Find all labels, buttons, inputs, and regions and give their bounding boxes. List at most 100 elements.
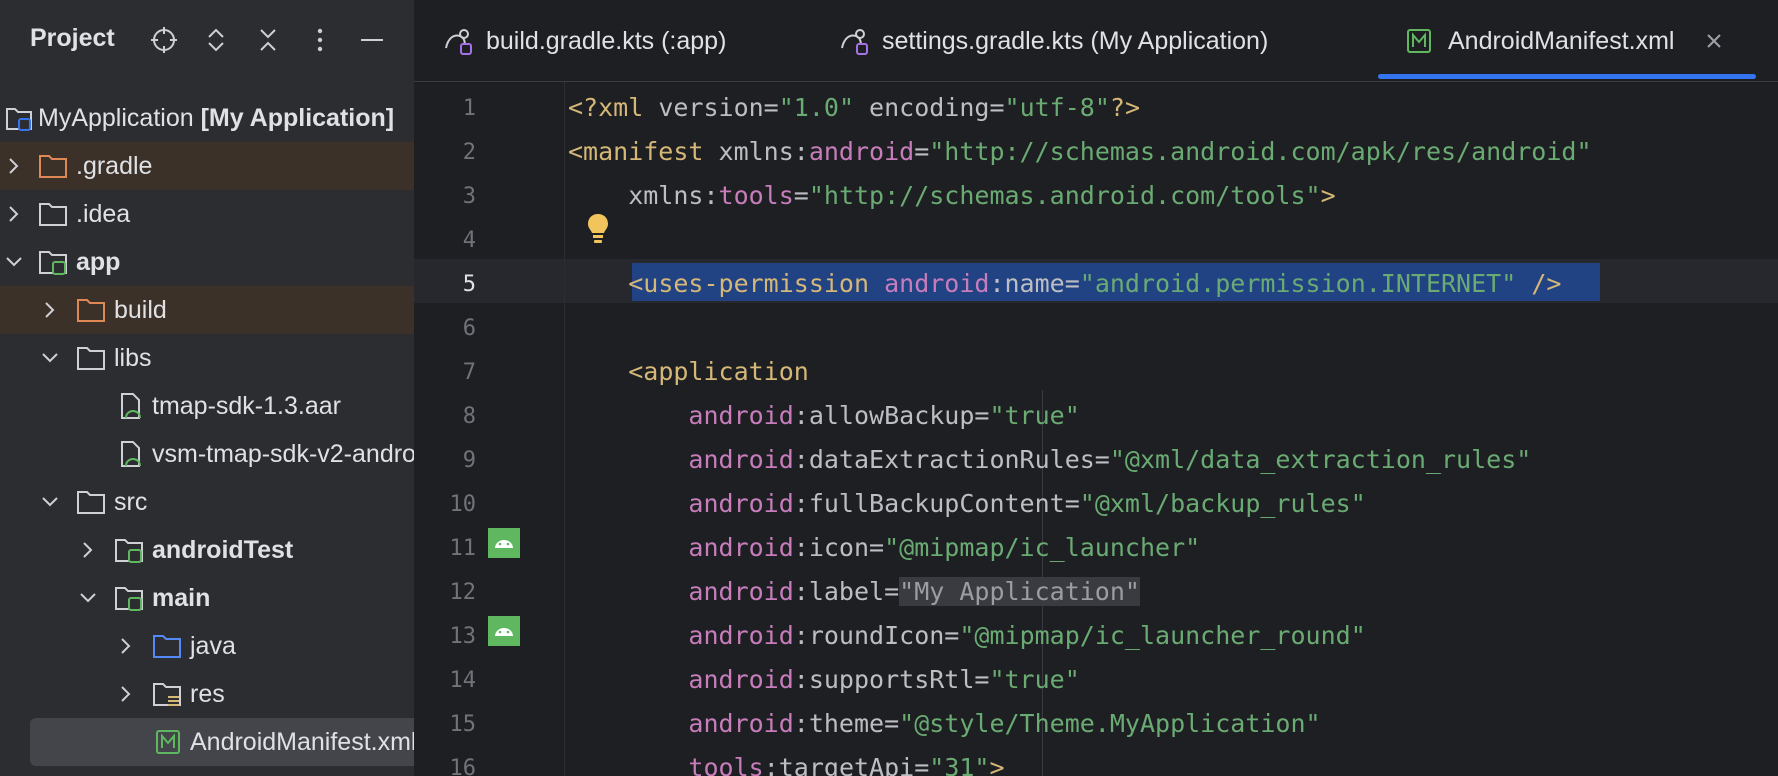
tree-item-gradle[interactable]: .gradle: [0, 142, 414, 190]
chevron-right-icon[interactable]: [4, 156, 24, 176]
code-token: "true": [989, 665, 1080, 694]
code-token: android: [688, 621, 794, 650]
chevron-right-icon[interactable]: [4, 204, 24, 224]
tree-item-main[interactable]: main: [0, 574, 414, 622]
code-line: android:allowBackup="true": [568, 394, 1079, 438]
tree-item-androidtest[interactable]: androidTest: [0, 526, 414, 574]
chevron-down-icon[interactable]: [78, 588, 98, 608]
chevron-right-icon[interactable]: [78, 540, 98, 560]
line-number: 13: [449, 624, 477, 649]
code-token: "http://schemas.android.com/tools": [808, 181, 1321, 210]
code-token: :theme=: [793, 709, 900, 738]
tree-item-libs[interactable]: libs: [0, 334, 414, 382]
collapse-all-icon[interactable]: [252, 22, 284, 58]
line-number: 6: [462, 316, 476, 341]
tree-item-build[interactable]: build: [0, 286, 414, 334]
archive-file-icon: [121, 441, 141, 467]
gutter-separator: [564, 82, 565, 776]
code-token: "http://schemas.android.com/apk/res/andr…: [929, 137, 1592, 166]
line-number: 15: [449, 712, 477, 737]
code-token: encoding: [854, 93, 990, 122]
editor-pane: build.gradle.kts (:app) settings.gradle.…: [414, 0, 1778, 776]
code-token: "@style/Theme.MyApplication": [899, 709, 1321, 738]
code-token: xmlns:: [568, 181, 719, 210]
tree-item-src[interactable]: src: [0, 478, 414, 526]
tree-item-idea[interactable]: .idea: [0, 190, 414, 238]
code-line: android:roundIcon="@mipmap/ic_launcher_r…: [568, 614, 1365, 658]
tree-item-java[interactable]: java: [0, 622, 414, 670]
tree-item-label: vsm-tmap-sdk-v2-android: [152, 439, 414, 468]
minimize-icon[interactable]: [356, 22, 388, 58]
code-token: >: [989, 753, 1005, 776]
code-token: "@xml/data_extraction_rules": [1109, 445, 1532, 474]
tab-build-gradle[interactable]: build.gradle.kts (:app): [442, 0, 726, 82]
manifest-file-icon: [156, 730, 180, 754]
code-token: android: [688, 401, 794, 430]
code-token: android: [688, 665, 794, 694]
tree-item-label: androidTest: [152, 535, 294, 564]
line-number: 3: [462, 184, 476, 209]
tab-androidmanifest[interactable]: AndroidManifest.xml: [1404, 0, 1724, 82]
chevron-down-icon[interactable]: [4, 252, 24, 272]
code-token: android: [884, 269, 990, 298]
code-token: android: [688, 489, 794, 518]
close-tab-icon[interactable]: [1704, 31, 1724, 51]
more-options-icon[interactable]: [304, 22, 336, 58]
tree-item-myapplication[interactable]: MyApplication [My Application]: [0, 94, 414, 142]
chevron-right-icon[interactable]: [116, 636, 136, 656]
chevron-right-icon[interactable]: [116, 684, 136, 704]
expand-all-icon[interactable]: [200, 22, 232, 58]
code-token: =: [914, 137, 930, 166]
manifest-file-icon: [1407, 29, 1431, 53]
code-line: <uses-permission android:name="android.p…: [568, 262, 1561, 306]
code-token: <application: [628, 357, 809, 386]
folder-icon: [77, 491, 105, 514]
module-folder-icon: [115, 539, 143, 563]
code-token: =: [989, 93, 1005, 122]
android-launcher-icon[interactable]: [488, 528, 520, 558]
code-area[interactable]: <?xml version="1.0" encoding="utf-8"?> <m…: [568, 82, 1778, 776]
code-line: android:supportsRtl="true": [568, 658, 1080, 702]
code-token: :roundIcon=: [793, 621, 960, 650]
code-token: =: [793, 181, 809, 210]
chevron-down-icon[interactable]: [40, 492, 60, 512]
tree-item-tmap-sdk-aar[interactable]: tmap-sdk-1.3.aar: [0, 382, 414, 430]
locate-icon[interactable]: [148, 22, 180, 58]
tree-item-app[interactable]: app: [0, 238, 414, 286]
tree-item-label: src: [114, 487, 148, 516]
line-number: 16: [449, 756, 477, 776]
code-token: >: [1320, 181, 1336, 210]
code-token: =: [763, 93, 779, 122]
code-token: "utf-8": [1004, 93, 1110, 122]
tree-item-res[interactable]: res: [0, 670, 414, 718]
code-token: :supportsRtl=: [793, 665, 990, 694]
line-number: 8: [462, 404, 476, 429]
chevron-down-icon[interactable]: [40, 348, 60, 368]
line-number: 10: [449, 492, 477, 517]
code-token: "My Application": [899, 577, 1140, 606]
tab-settings-gradle[interactable]: settings.gradle.kts (My Application): [838, 0, 1268, 82]
tree-item-vsm-tmap-sdk[interactable]: vsm-tmap-sdk-v2-android: [0, 430, 414, 478]
tab-label: settings.gradle.kts (My Application): [882, 26, 1269, 55]
code-line: <?xml version="1.0" encoding="utf-8"?>: [568, 86, 1140, 130]
project-panel-header: Project: [0, 0, 414, 82]
project-panel-title[interactable]: Project: [30, 24, 116, 53]
code-line: android:theme="@style/Theme.MyApplicatio…: [568, 702, 1321, 746]
code-token: "android.permission.INTERNET": [1079, 269, 1517, 298]
line-number: 4: [462, 228, 476, 253]
folder-icon: [77, 347, 105, 370]
android-round-icon[interactable]: [488, 616, 520, 646]
chevron-right-icon[interactable]: [40, 300, 60, 320]
tree-item-androidmanifest[interactable]: AndroidManifest.xml: [30, 718, 414, 766]
line-number: 7: [462, 360, 476, 385]
code-token: android: [688, 577, 794, 606]
code-line: tools:targetApi="31">: [568, 746, 1005, 776]
